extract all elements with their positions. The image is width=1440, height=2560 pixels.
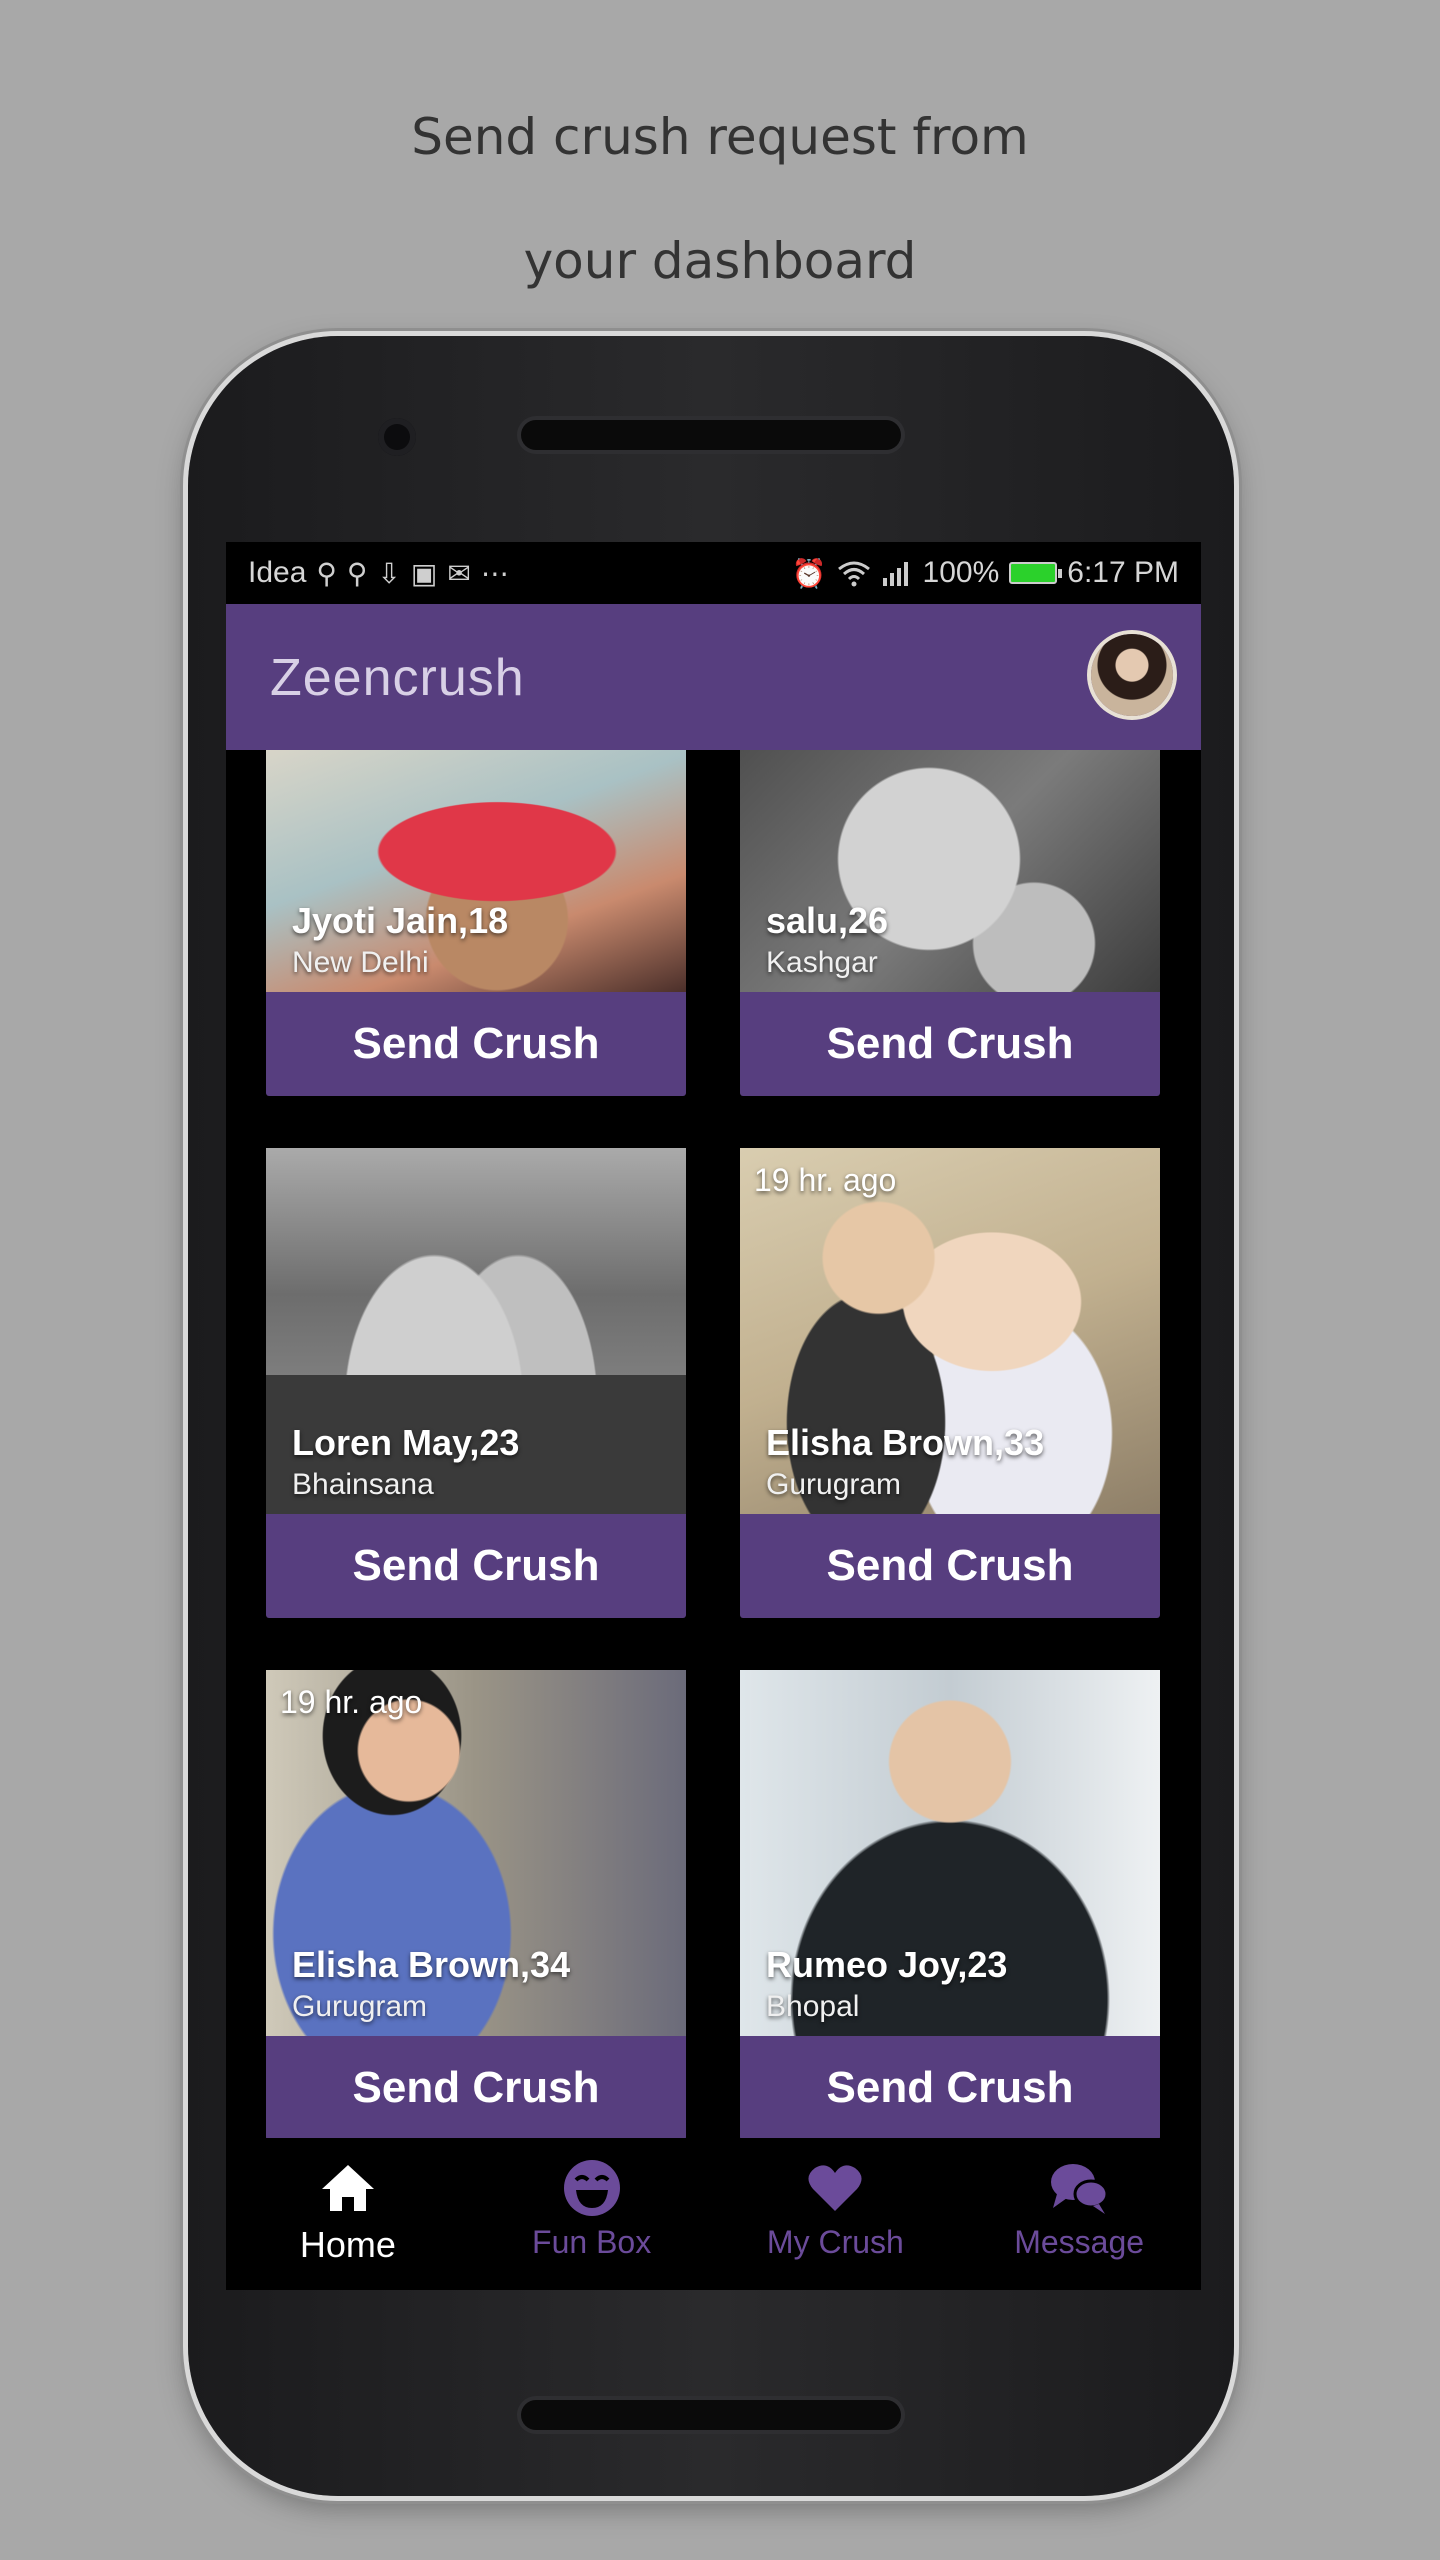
app-title: Zeencrush	[270, 649, 525, 707]
profile-photo[interactable]: Loren May,23 Bhainsana	[266, 1148, 686, 1514]
profile-card[interactable]: Rumeo Joy,23 Bhopal Send Crush	[740, 1670, 1160, 2138]
chat-icon	[1049, 2158, 1109, 2218]
last-seen-label: 19 hr. ago	[280, 1684, 423, 1720]
nav-label-my-crush: My Crush	[766, 2224, 904, 2260]
profile-city: Bhainsana	[292, 1468, 434, 1501]
profile-photo[interactable]: 19 hr. ago Elisha Brown,34 Gurugram	[266, 1670, 686, 2036]
profile-city: Gurugram	[766, 1468, 902, 1501]
usb-icon: ⚲	[346, 557, 368, 589]
usb-icon: ⚲	[316, 557, 337, 589]
download-icon: ⇩	[377, 557, 401, 589]
app-bar: Zeencrush	[226, 604, 1201, 750]
alarm-icon: ⏰	[791, 557, 827, 589]
send-crush-button[interactable]: Send Crush	[266, 992, 686, 1096]
send-crush-button[interactable]: Send Crush	[740, 992, 1160, 1096]
profile-grid: Jyoti Jain,18 New Delhi Send Crush salu,…	[226, 750, 1201, 2138]
profile-name: Elisha Brown,34	[292, 1944, 571, 1985]
profile-name: Rumeo Joy,23	[766, 1944, 1008, 1985]
profile-avatar[interactable]	[1091, 634, 1173, 716]
profile-card[interactable]: Jyoti Jain,18 New Delhi Send Crush	[266, 750, 686, 1096]
send-crush-button[interactable]: Send Crush	[740, 2036, 1160, 2138]
profile-city: New Delhi	[292, 946, 429, 979]
send-crush-button[interactable]: Send Crush	[266, 2036, 686, 2138]
profile-name: salu,26	[766, 900, 889, 941]
battery-percent: 100%	[922, 556, 1000, 589]
profile-card[interactable]: 19 hr. ago Elisha Brown,33 Gurugram Send…	[740, 1148, 1160, 1618]
laugh-icon	[562, 2158, 622, 2218]
profile-city: Gurugram	[292, 1990, 428, 2023]
send-crush-button[interactable]: Send Crush	[266, 1514, 686, 1618]
screen: Idea ⚲ ⚲ ⇩ ▣ ✉ ⋯ ⏰ 100% 6:17 PM Zeencrus…	[226, 542, 1201, 2290]
profile-name: Jyoti Jain,18	[292, 900, 509, 941]
camera-icon	[378, 418, 416, 456]
nav-item-message[interactable]: Message	[957, 2138, 1201, 2290]
home-icon	[318, 2158, 378, 2218]
status-time: 6:17 PM	[1067, 556, 1179, 589]
nav-item-home[interactable]: Home	[226, 2138, 470, 2290]
profile-photo[interactable]: Jyoti Jain,18 New Delhi	[266, 750, 686, 992]
caption-line-1: Send crush request from	[411, 108, 1029, 166]
profile-photo[interactable]: Rumeo Joy,23 Bhopal	[740, 1670, 1160, 2036]
profile-city: Bhopal	[766, 1990, 860, 2023]
profile-card[interactable]: Loren May,23 Bhainsana Send Crush	[266, 1148, 686, 1618]
battery-icon	[1009, 562, 1063, 584]
profile-card[interactable]: salu,26 Kashgar Send Crush	[740, 750, 1160, 1096]
nav-item-fun-box[interactable]: Fun Box	[470, 2138, 714, 2290]
bottom-navigation: Home Fun Box My Crush Message	[226, 2138, 1201, 2290]
caption-line-2: your dashboard	[523, 232, 917, 290]
more-icon: ⋯	[480, 557, 509, 589]
profile-photo[interactable]: 19 hr. ago Elisha Brown,33 Gurugram	[740, 1148, 1160, 1514]
profile-photo[interactable]: salu,26 Kashgar	[740, 750, 1160, 992]
send-crush-button[interactable]: Send Crush	[740, 1514, 1160, 1618]
status-bar: Idea ⚲ ⚲ ⇩ ▣ ✉ ⋯ ⏰ 100% 6:17 PM	[226, 542, 1201, 604]
phone-frame: Idea ⚲ ⚲ ⇩ ▣ ✉ ⋯ ⏰ 100% 6:17 PM Zeencrus…	[188, 336, 1234, 2496]
nav-label-message: Message	[1014, 2224, 1145, 2260]
profile-card[interactable]: 19 hr. ago Elisha Brown,34 Gurugram Send…	[266, 1670, 686, 2138]
heart-icon	[805, 2158, 865, 2218]
nav-item-my-crush[interactable]: My Crush	[714, 2138, 958, 2290]
speaker-grille	[521, 420, 901, 450]
signal-icon	[882, 562, 908, 586]
wifi-icon	[837, 561, 870, 587]
nav-label-fun-box: Fun Box	[532, 2224, 652, 2260]
nav-label-home: Home	[299, 2224, 396, 2265]
profile-name: Loren May,23	[292, 1422, 520, 1463]
profile-city: Kashgar	[766, 946, 878, 979]
mail-icon: ✉	[447, 557, 471, 589]
carrier-label: Idea	[248, 556, 307, 589]
last-seen-label: 19 hr. ago	[754, 1162, 897, 1198]
speaker-grille-bottom	[521, 2400, 901, 2430]
paytm-icon: ▣	[410, 557, 438, 589]
profile-name: Elisha Brown,33	[766, 1422, 1045, 1463]
